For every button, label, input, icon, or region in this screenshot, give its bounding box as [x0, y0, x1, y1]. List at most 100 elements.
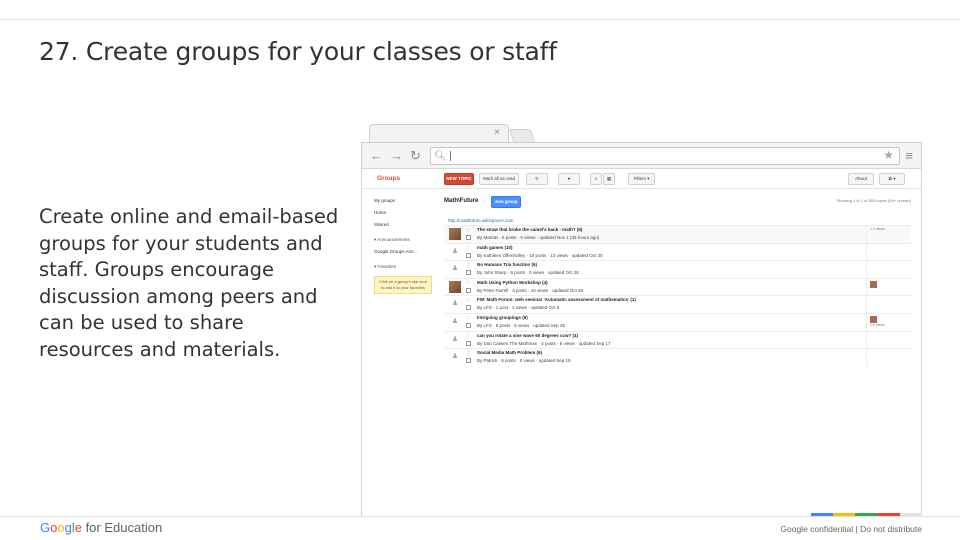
settings-dropdown[interactable]: ✿ ▾ [879, 173, 905, 185]
wordmark-letter: e [74, 520, 82, 535]
color-segment [811, 513, 834, 516]
star-icon[interactable]: ☆ [466, 350, 470, 356]
reload-icon[interactable]: ↻ [410, 148, 421, 164]
new-tab-button[interactable] [508, 129, 536, 142]
topic-meta: By John Sharp · 6 posts · 0 views · upda… [477, 270, 579, 276]
star-icon[interactable]: ☆ [481, 198, 485, 204]
new-topic-button[interactable]: NEW TOPIC [444, 173, 474, 185]
topic-title[interactable]: can you rotate a sine wave 60 degrees cc… [477, 333, 578, 338]
topic-title[interactable]: Intriguing groupings (8) [477, 315, 528, 320]
topic-checkbox[interactable] [466, 305, 471, 311]
groups-sidebar: My groups Home Starred ▾ Announcements G… [374, 195, 434, 294]
browser-tab[interactable]: × [369, 124, 509, 142]
arrow-left-icon[interactable]: ← [370, 148, 383, 164]
topic-row[interactable]: ♟ ☆ Intriguing groupings (8) By LFS · 8 pos… [444, 313, 911, 331]
mark-all-read-button[interactable]: Mark all as read [479, 173, 519, 185]
list-icon: ≡ [594, 176, 598, 181]
topic-meta: By MariaD · 6 posts · 0 views · updated … [477, 235, 600, 240]
browser-screenshot: × ← → ↻ 🔍︎ ★ ≡ Groups NEW TOPIC Mark all… [361, 124, 922, 517]
avatar [449, 228, 461, 240]
topic-row[interactable]: ♟ ☆ math games (10) By Kathleen Offenholley… [444, 242, 911, 261]
topic-meta: By Kathleen Offenholley · 10 posts · 13 … [477, 252, 603, 258]
wordmark-letter: G [40, 520, 51, 535]
topic-row[interactable]: ☆ Math Using Python Workshop (4) By Peter … [444, 277, 911, 296]
topic-checkbox[interactable] [466, 323, 471, 328]
topic-title[interactable]: Social Media Math Problem (6) [477, 350, 542, 355]
color-segment [855, 513, 878, 516]
topic-title[interactable]: No Humans Tria function (6) [477, 262, 537, 267]
column-divider [866, 278, 867, 296]
browser-toolbar: ← → ↻ 🔍︎ ★ ≡ [361, 142, 922, 169]
google-wordmark: Google [40, 520, 82, 535]
reload-icon: ↻ [535, 176, 539, 181]
topic-row[interactable]: ♟ ☆ can you rotate a sine wave 60 degrees … [444, 330, 911, 349]
topic-checkbox[interactable] [466, 270, 471, 276]
join-group-button[interactable]: Join group [491, 196, 521, 208]
topic-meta: By Dan Catwen The Mathman · 4 posts · 8 … [477, 340, 611, 346]
sidebar-item-announcements[interactable]: Google Groups Ann... [374, 246, 434, 258]
for-education-text: for Education [81, 520, 163, 535]
star-icon[interactable]: ★ [883, 148, 894, 162]
poster-thumbnail [870, 316, 877, 323]
text-cursor [450, 151, 451, 161]
unread-toggle-button[interactable]: ● [558, 173, 580, 185]
brand-color-strip [811, 513, 923, 516]
search-icon: 🔍︎ [434, 151, 447, 162]
address-bar[interactable]: 🔍︎ ★ [430, 147, 900, 165]
topic-meta: By LFS · 1 post · 2 views · updated Oct … [477, 305, 560, 311]
sidebar-item-home[interactable]: Home [374, 207, 434, 219]
poster-thumbnail [870, 280, 877, 288]
topic-title[interactable]: The straw that broke the camel's back - … [477, 227, 582, 232]
star-icon[interactable]: ☆ [466, 245, 470, 251]
wordmark-letter: g [64, 520, 72, 535]
groups-logo[interactable]: Groups [377, 175, 400, 182]
person-icon: ♟ [451, 318, 459, 325]
topic-row[interactable]: ☆ The straw that broke the camel's back -… [444, 225, 911, 243]
compact-view-button[interactable]: ▦ [603, 173, 615, 185]
arrow-right-icon[interactable]: → [390, 148, 403, 164]
star-icon[interactable]: ☆ [466, 297, 470, 303]
topic-row[interactable]: ♟ ☆ FW: Math Forum: web seminar 'Automatic… [444, 295, 911, 314]
topic-checkbox[interactable] [466, 252, 471, 258]
top-divider [0, 19, 960, 20]
topic-checkbox[interactable] [466, 358, 471, 364]
refresh-button[interactable]: ↻ [526, 173, 548, 185]
sidebar-item-my-groups[interactable]: My groups [374, 195, 434, 207]
column-divider [866, 261, 867, 279]
topic-row[interactable]: ♟ ☆ No Humans Tria function (6) By John Sha… [444, 260, 911, 279]
about-button[interactable]: About [848, 173, 874, 185]
view-count: 1.6 views [870, 323, 885, 327]
topic-title[interactable]: math games (10) [477, 245, 513, 250]
group-name: Math\Future [444, 198, 479, 204]
topic-checkbox[interactable] [466, 287, 471, 293]
sidebar-announcements-heading[interactable]: ▾ Announcements [374, 234, 434, 246]
menu-icon[interactable]: ≡ [905, 148, 913, 163]
dot-icon: ● [567, 176, 571, 181]
topic-title[interactable]: FW: Math Forum: web seminar 'Automatic a… [477, 297, 636, 302]
column-divider [866, 314, 867, 331]
list-view-button[interactable]: ≡ [590, 173, 602, 185]
star-icon[interactable]: ☆ [466, 280, 470, 286]
star-icon[interactable]: ☆ [466, 333, 470, 339]
topic-checkbox[interactable] [466, 340, 471, 346]
person-icon: ♟ [451, 265, 459, 273]
sidebar-item-starred[interactable]: Starred [374, 219, 434, 231]
star-icon[interactable]: ☆ [466, 315, 470, 321]
topic-title[interactable]: Math Using Python Workshop (4) [477, 280, 548, 285]
filters-dropdown[interactable]: Filters ▾ [628, 173, 655, 185]
topic-checkbox[interactable] [466, 235, 471, 240]
sidebar-favorites-heading[interactable]: ▾ Favorites [374, 261, 434, 273]
color-segment [833, 513, 856, 516]
bottom-divider [0, 516, 960, 517]
favorites-hint: Click on a group's star icon to add it t… [374, 276, 432, 294]
google-for-education-logo: Google for Education [40, 520, 162, 535]
column-divider [866, 226, 867, 243]
star-icon[interactable]: ☆ [466, 262, 470, 268]
close-icon[interactable]: × [494, 126, 500, 140]
star-icon[interactable]: ☆ [466, 227, 470, 233]
wordmark-letter: o [57, 520, 65, 535]
topic-row[interactable]: ♟ ☆ Social Media Math Problem (6) By Patric… [444, 348, 911, 367]
column-divider [866, 331, 867, 349]
group-url-link[interactable]: http://mathfuture.wikispaces.com [448, 218, 514, 223]
view-count: 1.2 views [870, 227, 885, 231]
